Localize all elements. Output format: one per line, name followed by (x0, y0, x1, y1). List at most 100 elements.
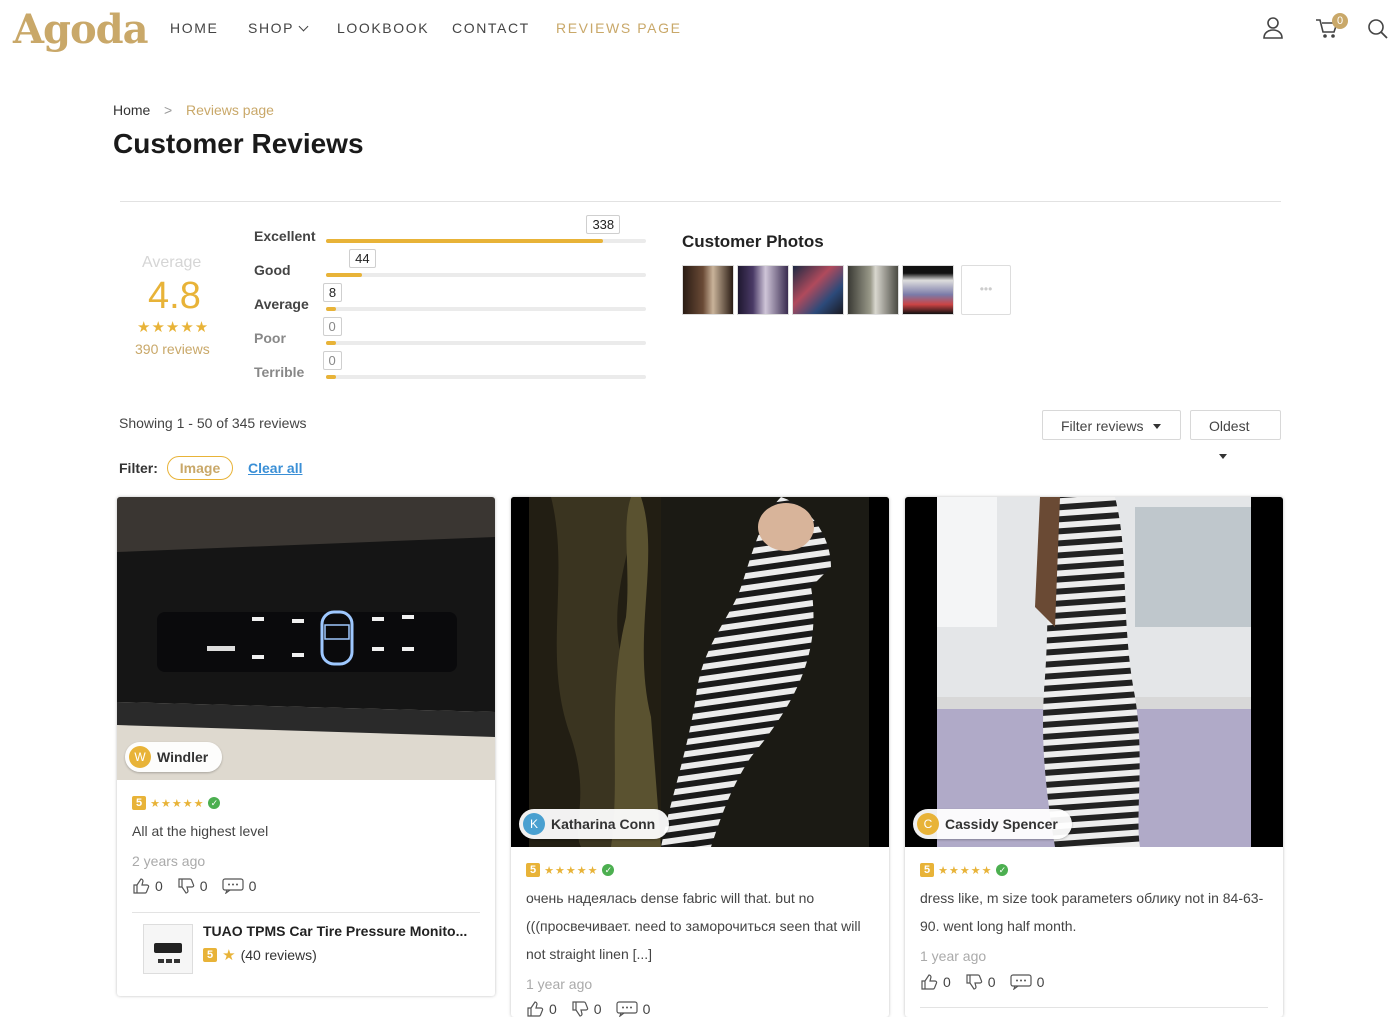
sort-dropdown[interactable]: Oldest (1190, 410, 1281, 459)
customer-photo-thumb[interactable] (902, 265, 954, 315)
filter-reviews-label: Filter reviews (1061, 418, 1144, 434)
nav-shop[interactable]: SHOP (248, 20, 309, 36)
clear-all-link[interactable]: Clear all (248, 460, 302, 476)
rating-bar-good (326, 273, 646, 277)
review-time: 2 years ago (132, 853, 206, 869)
rating-fill (326, 273, 363, 277)
filter-label: Filter: (119, 460, 158, 476)
avatar: C (917, 813, 939, 835)
page-title: Customer Reviews (113, 128, 364, 159)
customer-photo-thumb[interactable] (847, 265, 899, 315)
nav-home[interactable]: HOME (170, 20, 218, 36)
filter-reviews-dropdown[interactable]: Filter reviews (1042, 410, 1181, 440)
rating-bar-average (326, 307, 646, 311)
comment-button[interactable]: 0 (221, 878, 256, 894)
rating-count-bubble: 44 (349, 249, 376, 268)
review-actions: 0 0 0 (132, 877, 256, 895)
thumbs-down-icon (966, 974, 983, 990)
dislike-count: 0 (593, 1001, 602, 1017)
comment-icon (221, 878, 244, 894)
score-badge: 5 (920, 863, 935, 877)
score-badge: 5 (203, 948, 218, 962)
rating-label-good[interactable]: Good (254, 262, 291, 278)
like-button[interactable]: 0 (132, 877, 163, 895)
comment-button[interactable]: 0 (615, 1001, 651, 1017)
score-badge: 5 (526, 863, 541, 877)
verified-check-icon: ✓ (996, 864, 1009, 876)
rating-fill (326, 307, 336, 311)
review-card[interactable]: C Cassidy Spencer 5 ★★★★★ ✓ dress like, … (905, 497, 1283, 1017)
breadcrumb-home[interactable]: Home (113, 102, 150, 118)
breadcrumb-current: Reviews page (186, 102, 274, 118)
reviewer-name: Windler (157, 749, 209, 765)
star-rating-icons: ★★★★★ (544, 864, 599, 877)
reviewer-name: Cassidy Spencer (945, 816, 1058, 832)
rating-bar-excellent (326, 239, 646, 243)
rating-label-excellent[interactable]: Excellent (254, 228, 315, 244)
thumbs-down-icon (178, 878, 195, 894)
rating-count-bubble: 8 (322, 283, 343, 302)
more-photos-button[interactable]: ••• (961, 265, 1011, 315)
brand-logo[interactable]: Agoda (13, 6, 149, 53)
rating-label-average[interactable]: Average (254, 296, 309, 312)
product-review-count: (40 reviews) (240, 947, 317, 963)
avatar: W (129, 746, 151, 768)
chevron-down-icon (298, 21, 309, 32)
average-value: 4.8 (148, 275, 201, 317)
rating-fill (326, 375, 336, 379)
review-card[interactable]: W Windler 5 ★★★★★ ✓ All at the highest l… (117, 497, 495, 996)
rating-label-poor[interactable]: Poor (254, 330, 286, 346)
reviewer-name-pill: W Windler (125, 742, 223, 772)
dislike-button[interactable]: 0 (177, 877, 208, 895)
rating-label-terrible[interactable]: Terrible (254, 364, 304, 380)
customer-photo-thumb[interactable] (682, 265, 734, 315)
customer-photo-thumb[interactable] (792, 265, 844, 315)
nav-contact[interactable]: CONTACT (452, 20, 530, 36)
filter-chip-image[interactable]: Image (167, 456, 233, 480)
comment-count: 0 (642, 1001, 651, 1017)
review-photo[interactable] (511, 497, 889, 847)
like-count: 0 (155, 878, 163, 894)
product-rating: 5 ★ (40 reviews) (203, 946, 317, 964)
total-reviews-count: 390 reviews (135, 341, 210, 357)
star-icon: ★ (222, 947, 236, 964)
like-count: 0 (549, 1001, 557, 1017)
caret-down-icon (1219, 454, 1227, 459)
rating-fill (326, 239, 604, 243)
review-card[interactable]: K Katharina Conn 5 ★★★★★ ✓ очень надеяла… (511, 497, 889, 1017)
star-rating-icons: ★★★★★ (938, 864, 993, 877)
rating-bar-poor (326, 341, 646, 345)
review-text: очень надеялась dense fabric will that. … (526, 890, 861, 962)
rating-count-bubble: 0 (322, 317, 342, 336)
rating-bar-terrible (326, 375, 646, 379)
nav-reviews-page[interactable]: REVIEWS PAGE (556, 20, 682, 36)
verified-check-icon: ✓ (208, 797, 221, 809)
comment-icon (615, 1001, 638, 1017)
dislike-button[interactable]: 0 (965, 973, 996, 991)
like-button[interactable]: 0 (526, 1000, 557, 1017)
verified-check-icon: ✓ (602, 864, 615, 876)
showing-count: Showing 1 - 50 of 345 reviews (119, 415, 307, 431)
reviewer-name: Katharina Conn (551, 816, 656, 832)
comment-button[interactable]: 0 (1009, 974, 1044, 990)
review-time: 1 year ago (526, 976, 593, 992)
dislike-button[interactable]: 0 (571, 1000, 602, 1017)
product-name[interactable]: TUAO TPMS Car Tire Pressure Monito... (203, 923, 483, 939)
like-button[interactable]: 0 (920, 973, 951, 991)
nav-lookbook[interactable]: LOOKBOOK (337, 20, 429, 36)
product-thumbnail[interactable] (143, 924, 193, 974)
customer-photo-thumb[interactable] (737, 265, 789, 315)
review-actions: 0 0 0 (526, 1000, 650, 1017)
user-icon[interactable] (1262, 16, 1284, 45)
customer-photos-title: Customer Photos (682, 232, 824, 251)
review-text: All at the highest level (132, 823, 269, 839)
search-icon[interactable] (1367, 18, 1389, 45)
breadcrumb-separator: > (164, 102, 173, 118)
rating-count-bubble: 338 (586, 215, 621, 234)
dislike-count: 0 (987, 974, 996, 990)
review-photo[interactable] (905, 497, 1283, 847)
review-actions: 0 0 0 (920, 973, 1044, 991)
nav-shop-label: SHOP (248, 20, 295, 36)
review-photo[interactable] (117, 497, 495, 780)
avatar: K (523, 813, 545, 835)
